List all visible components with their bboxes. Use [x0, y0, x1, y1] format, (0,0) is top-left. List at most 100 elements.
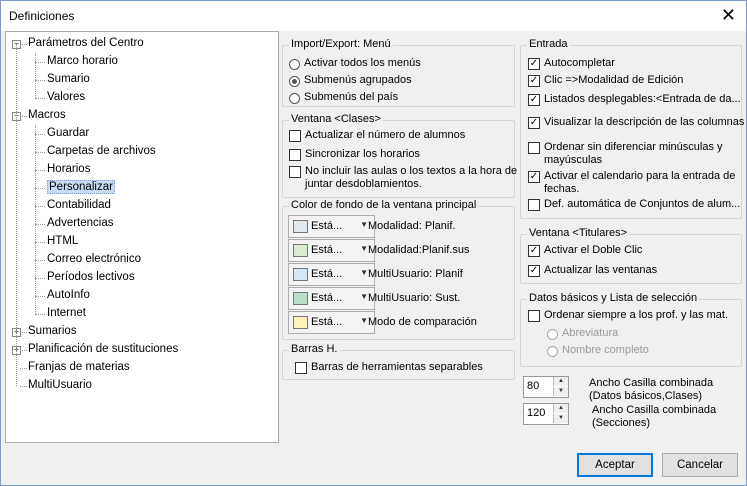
color-combo[interactable]: Está... ▼: [288, 215, 375, 238]
spinner-up-icon[interactable]: ▲: [553, 404, 568, 413]
color-combo[interactable]: Está... ▼: [288, 311, 375, 334]
radio-label: Submenús agrupados: [304, 74, 412, 86]
tree-item[interactable]: Franjas de materias: [28, 359, 130, 376]
accept-button[interactable]: Aceptar: [577, 453, 653, 477]
checkbox[interactable]: ✓: [528, 58, 540, 70]
color-combo[interactable]: Está... ▼: [288, 239, 375, 262]
checkbox-label: Visualizar la descripción de las columna…: [544, 116, 745, 128]
color-combo[interactable]: Está... ▼: [288, 263, 375, 286]
tree-item-label: Franjas de materias: [28, 361, 130, 373]
tree-connector: [35, 242, 45, 243]
tree-connector: [20, 350, 27, 351]
color-combo[interactable]: Está... ▼: [288, 287, 375, 310]
spinner-label: (Secciones): [592, 417, 651, 429]
tree-item[interactable]: Parámetros del Centro: [28, 35, 144, 52]
number-spinner[interactable]: 80 ▲ ▼: [523, 376, 569, 398]
cancel-button[interactable]: Cancelar: [662, 453, 738, 477]
definiciones-dialog: Definiciones ✕ Parámetros del Centro − Mar…: [0, 0, 747, 486]
tree-item[interactable]: HTML: [47, 233, 78, 250]
tree-item-label: Horarios: [47, 163, 91, 175]
checkbox[interactable]: [528, 199, 540, 211]
checkbox[interactable]: ✓: [528, 94, 540, 106]
radio-button[interactable]: [289, 59, 300, 70]
group-title-datos-basicos: Datos básicos y Lista de selección: [527, 292, 700, 304]
checkbox[interactable]: ✓: [528, 171, 540, 183]
checkbox[interactable]: [289, 166, 301, 178]
checkbox-label: Sincronizar los horarios: [305, 148, 420, 160]
checkbox-label: Ordenar siempre a los prof. y las mat.: [544, 309, 729, 321]
tree-item[interactable]: Macros: [28, 107, 66, 124]
tree-item[interactable]: Valores: [47, 89, 85, 106]
tree-connector: [35, 62, 45, 63]
tree-item[interactable]: Internet: [47, 305, 86, 322]
tree-item[interactable]: Contabilidad: [47, 197, 111, 214]
checkbox-label: Barras de herramientas separables: [311, 361, 483, 373]
tree-connector: [35, 206, 45, 207]
chevron-down-icon: ▼: [360, 244, 368, 253]
checkbox[interactable]: [528, 142, 540, 154]
tree-connector: [35, 170, 45, 171]
checkbox[interactable]: ✓: [528, 75, 540, 87]
tree-item[interactable]: Sumarios: [28, 323, 77, 340]
color-combo-text: Está...: [311, 244, 343, 256]
checkbox-label: Ordenar sin diferenciar minúsculas y: [544, 141, 723, 153]
tree-item[interactable]: Marco horario: [47, 53, 118, 70]
chevron-down-icon: ▼: [360, 268, 368, 277]
checkbox-label: Activar el calendario para la entrada de: [544, 170, 736, 182]
color-swatch: [293, 220, 308, 233]
group-title-barras: Barras H.: [289, 343, 340, 355]
radio-button[interactable]: [289, 76, 300, 87]
spinner-down-icon[interactable]: ▼: [553, 387, 568, 396]
tree-item[interactable]: Sumario: [47, 71, 90, 88]
checkbox-label: Actualizar el número de alumnos: [305, 129, 466, 141]
tree-item-label: Macros: [28, 109, 66, 121]
tree-item[interactable]: Personalizar: [47, 179, 115, 196]
tree-item[interactable]: MultiUsuario: [28, 377, 92, 394]
color-label: Modalidad: Planif.: [368, 220, 456, 232]
radio-button[interactable]: [289, 93, 300, 104]
close-icon[interactable]: ✕: [721, 4, 736, 26]
checkbox[interactable]: ✓: [528, 117, 540, 129]
checkbox[interactable]: ✓: [528, 245, 540, 257]
checkbox-label: fechas.: [544, 183, 580, 195]
radio-button[interactable]: [547, 346, 558, 357]
tree-item-label: Personalizar: [47, 180, 115, 194]
tree-item[interactable]: Planificación de sustituciones: [28, 341, 178, 358]
tree-item-label: Valores: [47, 91, 86, 103]
radio-label: Activar todos los menús: [304, 57, 421, 69]
checkbox[interactable]: [295, 362, 307, 374]
tree-item[interactable]: Horarios: [47, 161, 90, 178]
tree-item[interactable]: Períodos lectivos: [47, 269, 135, 286]
number-spinner[interactable]: 120 ▲ ▼: [523, 403, 569, 425]
tree-connector: [35, 314, 45, 315]
tree-connector: [35, 296, 45, 297]
radio-label: Abreviatura: [562, 327, 619, 339]
checkbox[interactable]: [289, 149, 301, 161]
tree-item[interactable]: Advertencias: [47, 215, 113, 232]
spinner-value: 80: [527, 380, 540, 392]
window-title: Definiciones: [9, 9, 75, 23]
checkbox[interactable]: ✓: [528, 265, 540, 277]
radio-label: Submenús del país: [304, 91, 399, 103]
tree-connector: [16, 44, 17, 386]
radio-button[interactable]: [547, 329, 558, 340]
spinner-down-icon[interactable]: ▼: [553, 414, 568, 423]
tree-item[interactable]: Guardar: [47, 125, 89, 142]
checkbox[interactable]: [289, 130, 301, 142]
tree-item[interactable]: AutoInfo: [47, 287, 90, 304]
spinner-up-icon[interactable]: ▲: [553, 377, 568, 386]
tree-item-label: Contabilidad: [47, 199, 111, 211]
tree-item-label: HTML: [47, 235, 79, 247]
tree-connector: [35, 125, 36, 314]
tree-item-label: AutoInfo: [47, 289, 90, 301]
tree-connector: [20, 44, 27, 45]
group-title-ventana-clases: Ventana <Clases>: [289, 113, 383, 125]
tree-item[interactable]: Correo electrónico: [47, 251, 141, 268]
color-swatch: [293, 268, 308, 281]
color-combo-text: Está...: [311, 316, 343, 328]
tree-item[interactable]: Carpetas de archivos: [47, 143, 156, 160]
tree-connector: [35, 134, 45, 135]
checkbox[interactable]: [528, 310, 540, 322]
tree-item-label: Períodos lectivos: [47, 271, 135, 283]
checkbox-label: juntar desdoblamientos.: [305, 178, 422, 190]
